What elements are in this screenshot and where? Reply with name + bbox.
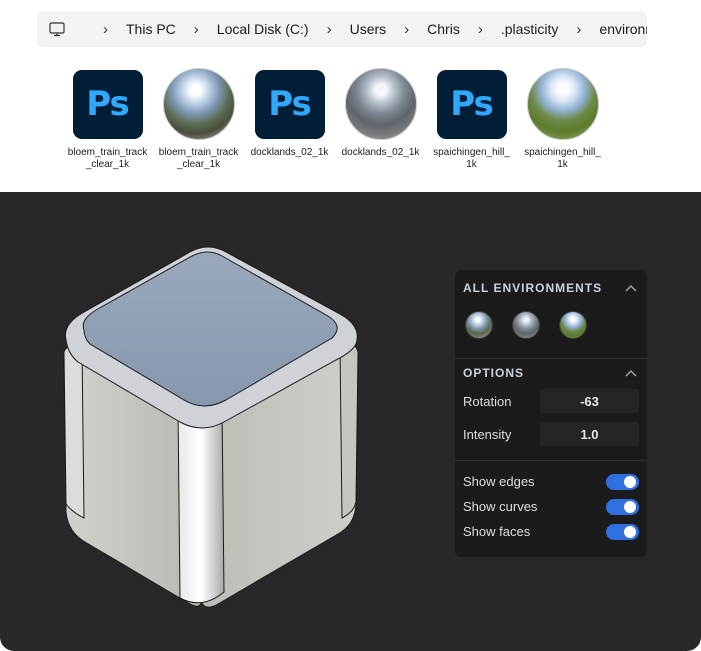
breadcrumb-this-pc[interactable]: This PC xyxy=(126,21,176,37)
show-faces-toggle[interactable] xyxy=(606,524,639,540)
environment-docklands[interactable] xyxy=(512,311,540,339)
toggle-knob xyxy=(624,501,636,513)
breadcrumb-environments[interactable]: environments xyxy=(599,21,647,37)
file-name: docklands_02_1k xyxy=(250,147,329,158)
file-name: spaichingen_hill_ 1k xyxy=(524,147,601,170)
show-faces-label: Show faces xyxy=(463,524,531,539)
3d-viewport[interactable]: ALL ENVIRONMENTS OPTIONS Rotation -63 In… xyxy=(0,192,701,651)
computer-icon[interactable] xyxy=(49,20,65,38)
rotation-input[interactable]: -63 xyxy=(540,389,639,413)
toggle-knob xyxy=(624,476,636,488)
chevron-right-icon[interactable]: › xyxy=(327,21,332,38)
chevron-up-icon[interactable] xyxy=(625,282,637,294)
cube-front-edge xyxy=(177,407,225,604)
cube-right-edge xyxy=(339,342,359,519)
chevron-right-icon[interactable]: › xyxy=(194,21,199,38)
divider xyxy=(455,460,647,461)
file-grid: Ps bloem_train_track _clear_1k bloem_trai… xyxy=(62,68,608,171)
cube-left-edge xyxy=(63,344,85,519)
file-item[interactable]: Ps docklands_02_1k xyxy=(244,68,335,171)
environment-spaichingen-hill[interactable] xyxy=(559,311,587,339)
all-environments-header[interactable]: ALL ENVIRONMENTS xyxy=(455,278,647,298)
file-name: bloem_train_track _clear_1k xyxy=(67,147,148,170)
file-name: docklands_02_1k xyxy=(341,147,420,158)
photoshop-icon: Ps xyxy=(72,69,143,139)
breadcrumb-local-disk[interactable]: Local Disk (C:) xyxy=(217,21,309,37)
options-title: OPTIONS xyxy=(463,366,525,380)
file-name: bloem_train_track _clear_1k xyxy=(158,147,239,170)
file-item[interactable]: spaichingen_hill_ 1k xyxy=(517,68,608,171)
file-name: spaichingen_hill_ 1k xyxy=(433,147,510,170)
photoshop-icon: Ps xyxy=(254,69,325,139)
rounded-cube-model[interactable] xyxy=(40,212,380,612)
chevron-right-icon[interactable]: › xyxy=(478,21,483,38)
chevron-right-icon[interactable]: › xyxy=(404,21,409,38)
show-edges-toggle[interactable] xyxy=(606,474,639,490)
intensity-input[interactable]: 1.0 xyxy=(540,422,639,446)
hdri-thumbnail-docklands xyxy=(344,68,417,140)
address-bar[interactable]: › This PC › Local Disk (C:) › Users › Ch… xyxy=(37,11,647,47)
intensity-label: Intensity xyxy=(463,427,512,442)
chevron-right-icon[interactable]: › xyxy=(576,21,581,38)
rotation-label: Rotation xyxy=(463,394,512,409)
show-curves-label: Show curves xyxy=(463,499,538,514)
breadcrumb-chris[interactable]: Chris xyxy=(427,21,460,37)
divider xyxy=(455,358,647,359)
chevron-up-icon[interactable] xyxy=(625,367,637,379)
environment-list xyxy=(465,311,606,339)
show-edges-row: Show edges xyxy=(455,472,647,492)
file-item[interactable]: Ps bloem_train_track _clear_1k xyxy=(62,68,153,171)
photoshop-icon: Ps xyxy=(436,69,507,139)
options-header[interactable]: OPTIONS xyxy=(455,363,647,383)
breadcrumb-users[interactable]: Users xyxy=(350,21,387,37)
environment-train-track[interactable] xyxy=(465,311,493,339)
environment-panel: ALL ENVIRONMENTS OPTIONS Rotation -63 In… xyxy=(455,270,647,557)
file-item[interactable]: docklands_02_1k xyxy=(335,68,426,171)
show-curves-toggle[interactable] xyxy=(606,499,639,515)
hdri-thumbnail-train-track xyxy=(162,68,235,140)
file-item[interactable]: bloem_train_track _clear_1k xyxy=(153,68,244,171)
file-explorer: › This PC › Local Disk (C:) › Users › Ch… xyxy=(0,0,701,192)
show-faces-row: Show faces xyxy=(455,522,647,542)
file-item[interactable]: Ps spaichingen_hill_ 1k xyxy=(426,68,517,171)
toggle-knob xyxy=(624,526,636,538)
hdri-thumbnail-spaichingen-hill xyxy=(526,68,599,140)
show-edges-label: Show edges xyxy=(463,474,535,489)
chevron-right-icon[interactable]: › xyxy=(103,21,108,38)
show-curves-row: Show curves xyxy=(455,497,647,517)
breadcrumb-plasticity[interactable]: .plasticity xyxy=(501,21,559,37)
all-environments-title: ALL ENVIRONMENTS xyxy=(463,281,603,295)
